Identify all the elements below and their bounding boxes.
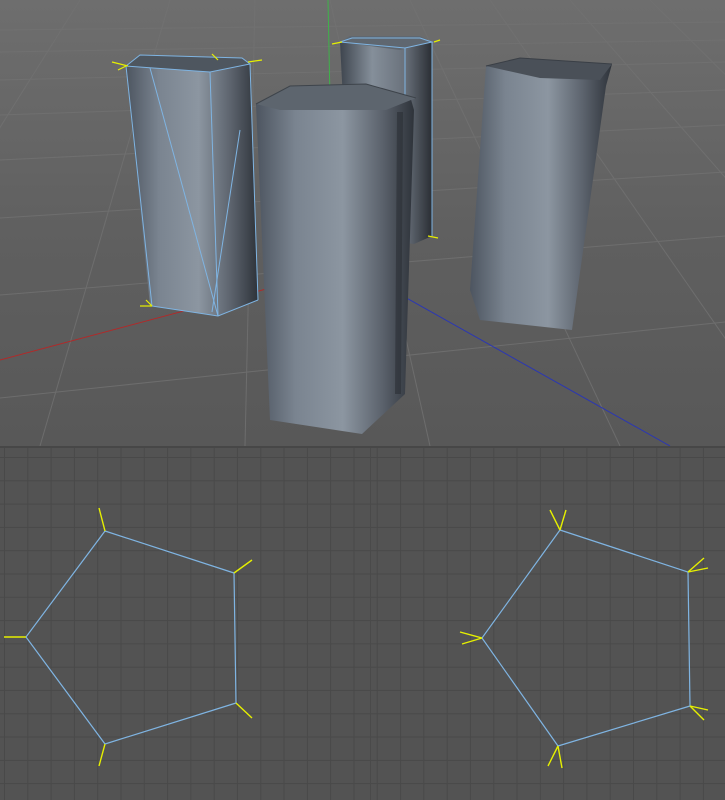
extruded-pentagon-front[interactable]	[255, 83, 417, 434]
extruded-pentagon-left[interactable]	[111, 53, 263, 317]
perspective-viewport[interactable]	[0, 0, 725, 446]
pentagon-spline-left[interactable]	[4, 507, 253, 767]
top-view-splines	[4, 507, 709, 769]
perspective-scene	[0, 0, 725, 446]
view-split-guide	[370, 448, 371, 800]
tangent-handles-right	[459, 509, 709, 769]
top-viewport[interactable]	[0, 448, 725, 800]
extruded-pentagon-right[interactable]	[470, 57, 613, 330]
pentagon-spline-right[interactable]	[459, 509, 709, 769]
cad-editor	[0, 0, 725, 800]
tangent-handles-left	[4, 507, 253, 767]
